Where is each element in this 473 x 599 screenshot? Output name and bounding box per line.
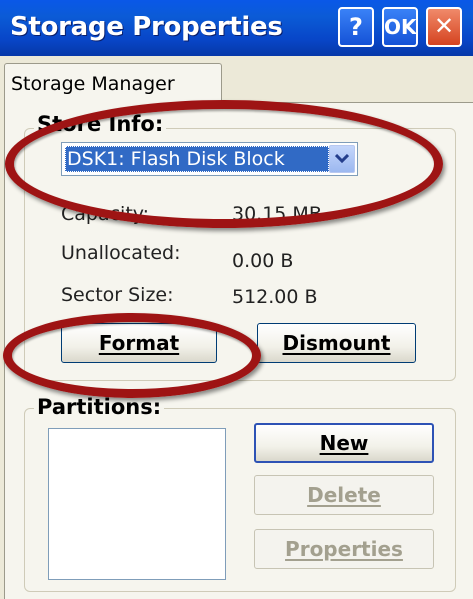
store-info-label: Store Info: bbox=[34, 112, 167, 136]
delete-partition-button[interactable]: Delete bbox=[254, 475, 434, 515]
tab-label: Storage Manager bbox=[11, 73, 175, 95]
help-button[interactable]: ? bbox=[338, 7, 374, 47]
sector-size-value: 512.00 B bbox=[232, 286, 318, 308]
format-button[interactable]: Format bbox=[61, 323, 217, 363]
capacity-value: 30.15 MB bbox=[232, 203, 322, 225]
partitions-list[interactable] bbox=[48, 428, 226, 580]
unallocated-label: Unallocated: bbox=[61, 242, 181, 264]
tab-storage-manager[interactable]: Storage Manager bbox=[4, 63, 222, 103]
capacity-label: Capacity: bbox=[61, 203, 150, 225]
title-bar: Storage Properties ? OK ✕ bbox=[0, 0, 473, 56]
tab-strip-divider bbox=[222, 102, 473, 103]
dismount-button[interactable]: Dismount bbox=[257, 323, 416, 363]
ok-button[interactable]: OK bbox=[382, 7, 418, 47]
unallocated-value: 0.00 B bbox=[232, 250, 294, 272]
partitions-label: Partitions: bbox=[34, 395, 165, 419]
sector-size-label: Sector Size: bbox=[61, 284, 174, 306]
new-partition-button[interactable]: New bbox=[254, 423, 434, 463]
close-button[interactable]: ✕ bbox=[426, 7, 462, 47]
store-select[interactable]: DSK1: Flash Disk Block bbox=[61, 142, 358, 176]
partition-properties-button[interactable]: Properties bbox=[254, 529, 434, 569]
store-select-value: DSK1: Flash Disk Block bbox=[65, 146, 329, 172]
chevron-down-icon[interactable] bbox=[329, 145, 355, 173]
window-title: Storage Properties bbox=[10, 12, 283, 42]
close-icon: ✕ bbox=[433, 12, 455, 40]
